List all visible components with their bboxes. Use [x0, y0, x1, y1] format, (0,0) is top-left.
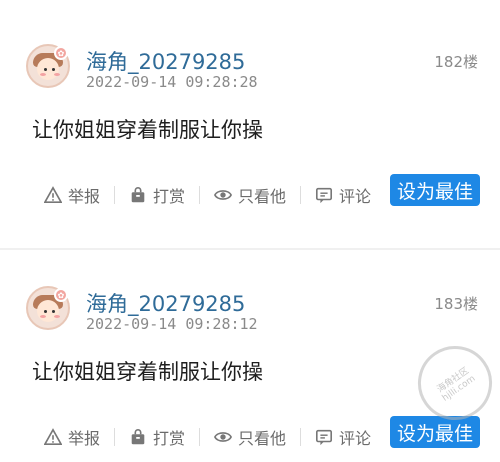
- divider: [199, 428, 201, 446]
- username[interactable]: 海角_20279285: [86, 46, 245, 76]
- report-button[interactable]: 举报: [44, 425, 100, 449]
- eye-icon: [214, 190, 233, 200]
- comment-icon: [316, 187, 333, 204]
- report-button[interactable]: 举报: [44, 183, 100, 207]
- reward-label: 打赏: [153, 187, 186, 206]
- comment-button[interactable]: 评论: [315, 425, 371, 449]
- gift-bag-icon: [131, 429, 145, 445]
- post-actions: 举报 打赏 只看他 评论: [44, 178, 371, 212]
- report-label: 举报: [68, 429, 101, 448]
- reward-button[interactable]: 打赏: [129, 183, 185, 207]
- divider: [199, 186, 201, 204]
- warning-icon: [44, 186, 62, 204]
- warning-icon: [44, 428, 62, 446]
- set-best-button[interactable]: 设为最佳: [390, 416, 480, 448]
- avatar-badge-icon: ✿: [54, 288, 68, 302]
- comment-label: 评论: [339, 187, 372, 206]
- eye-icon: [214, 432, 233, 442]
- floor-number: 182楼: [434, 53, 478, 71]
- post-time: 2022-09-14 09:28:28: [86, 73, 258, 91]
- post-divider: [0, 248, 500, 250]
- only-him-label: 只看他: [238, 187, 287, 206]
- divider: [300, 428, 302, 446]
- post-content: 让你姐姐穿着制服让你操: [32, 360, 263, 384]
- comment-label: 评论: [339, 429, 372, 448]
- reward-label: 打赏: [153, 429, 186, 448]
- post-content: 让你姐姐穿着制服让你操: [32, 118, 263, 142]
- comment-icon: [316, 429, 333, 446]
- reward-button[interactable]: 打赏: [129, 425, 185, 449]
- only-him-button[interactable]: 只看他: [214, 425, 286, 449]
- post-actions: 举报 打赏 只看他 评论: [44, 420, 371, 454]
- report-label: 举报: [68, 187, 101, 206]
- avatar-badge-icon: ✿: [54, 46, 68, 60]
- post-182: ✿ 海角_20279285 2022-09-14 09:28:28 182楼 让…: [0, 20, 500, 220]
- post-time: 2022-09-14 09:28:12: [86, 315, 258, 333]
- only-him-label: 只看他: [238, 429, 287, 448]
- divider: [300, 186, 302, 204]
- floor-number: 183楼: [434, 295, 478, 313]
- comment-button[interactable]: 评论: [315, 183, 371, 207]
- divider: [114, 186, 116, 204]
- set-best-button[interactable]: 设为最佳: [390, 174, 480, 206]
- username[interactable]: 海角_20279285: [86, 288, 245, 318]
- divider: [114, 428, 116, 446]
- gift-bag-icon: [131, 187, 145, 203]
- only-him-button[interactable]: 只看他: [214, 183, 286, 207]
